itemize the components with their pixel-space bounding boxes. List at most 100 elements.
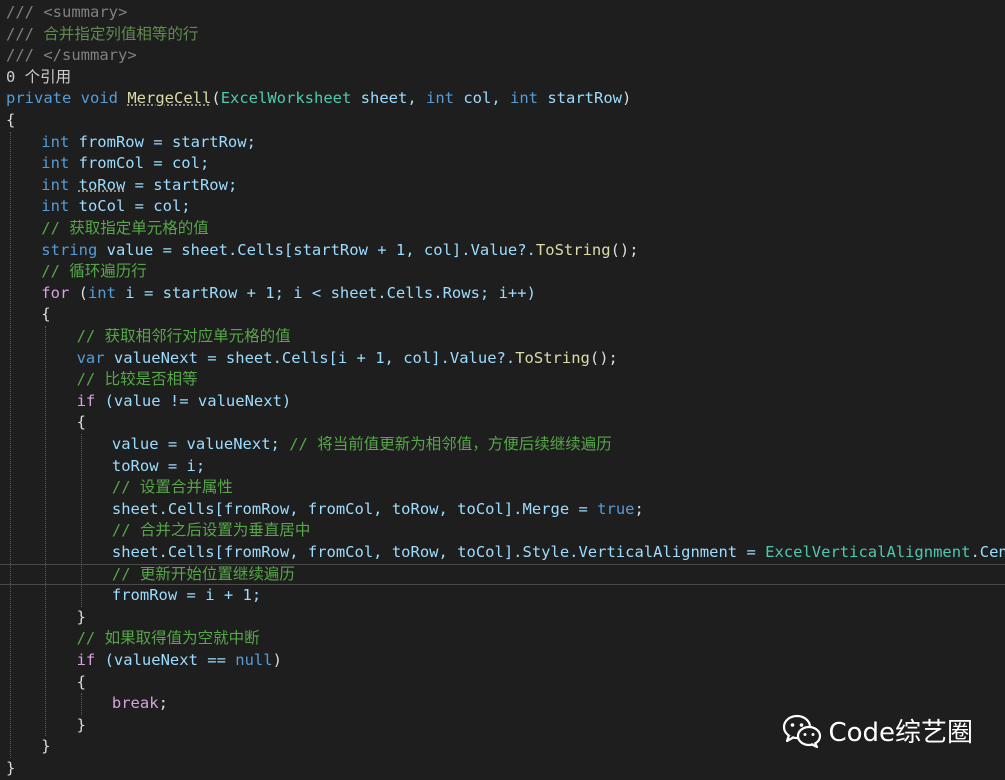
code-token: ExcelVerticalAlignment — [765, 543, 971, 561]
code-line: var valueNext = sheet.Cells[i + 1, col].… — [0, 348, 1005, 370]
code-line: int fromCol = col; — [0, 153, 1005, 175]
code-token: .Center; — [970, 543, 1005, 561]
code-line-text: /// </summary> — [6, 45, 137, 67]
code-token: sheet.Cells[fromRow, fromCol, toRow, toC… — [111, 543, 766, 561]
code-token: int — [87, 283, 116, 302]
code-token: int — [41, 154, 70, 173]
code-token: value = valueNext; — [111, 435, 290, 453]
code-line: sheet.Cells[fromRow, fromCol, toRow, toC… — [0, 499, 1005, 521]
code-token: sheet, — [351, 89, 426, 108]
code-token: // 如果取得值为空就中断 — [76, 629, 260, 648]
code-line-text: fromRow = i + 1; — [112, 585, 261, 607]
code-line: // 比较是否相等 — [0, 369, 1005, 391]
code-token: int — [510, 89, 538, 108]
code-token: int — [426, 89, 454, 108]
code-line-text: { — [77, 412, 86, 434]
indent-guide — [80, 693, 82, 715]
code-line: int fromRow = startRow; — [0, 132, 1005, 154]
code-token: ToString — [515, 348, 590, 367]
code-token: 合并指定列值相等的行 — [43, 24, 199, 43]
code-line: sheet.Cells[fromRow, fromCol, toRow, toC… — [0, 542, 1005, 564]
code-line: // 更新开始位置继续遍历 — [0, 564, 1005, 586]
code-token: { — [41, 305, 51, 324]
code-line-text: private void MergeCell(ExcelWorksheet sh… — [6, 88, 631, 110]
code-line-text: // 获取相邻行对应单元格的值 — [77, 326, 291, 348]
code-editor[interactable]: /// <summary>/// 合并指定列值相等的行 /// </summary… — [0, 0, 1005, 779]
code-line-text: { — [6, 110, 15, 132]
code-line-text: /// <summary> — [6, 2, 127, 24]
code-line-text: // 如果取得值为空就中断 — [77, 628, 260, 650]
code-token: /// — [6, 24, 44, 43]
code-line-text: // 获取指定单元格的值 — [41, 218, 209, 240]
code-token: null — [235, 651, 273, 669]
code-token: } — [6, 759, 16, 777]
code-line-text: // 设置合并属性 — [112, 477, 233, 499]
code-line-text: // 比较是否相等 — [77, 369, 198, 391]
code-token: ToString — [535, 240, 611, 259]
code-line: { — [0, 110, 1005, 132]
code-token: int — [41, 197, 70, 216]
code-line: fromRow = i + 1; — [0, 585, 1005, 607]
code-line-text: 0 个引用 — [6, 67, 71, 89]
code-token: // 获取指定单元格的值 — [41, 219, 209, 237]
code-line: /// <summary> — [0, 2, 1005, 24]
code-line: // 设置合并属性 — [0, 477, 1005, 499]
code-token: // 比较是否相等 — [76, 370, 198, 389]
code-token: fromCol = col; — [69, 154, 210, 173]
code-token: col, — [454, 89, 510, 108]
code-line-text: var valueNext = sheet.Cells[i + 1, col].… — [77, 348, 618, 370]
code-token: // 获取相邻行对应单元格的值 — [76, 327, 291, 345]
code-line-text: // 合并之后设置为垂直居中 — [112, 520, 311, 542]
code-token: (valueNext == — [95, 651, 236, 669]
code-line-text: for (int i = startRow + 1; i < sheet.Cel… — [41, 283, 536, 305]
code-token: // 更新开始位置继续遍历 — [111, 564, 295, 583]
code-line: if (value != valueNext) — [0, 391, 1005, 413]
wechat-icon — [783, 714, 822, 748]
code-line-text: { — [77, 672, 86, 694]
code-token: if — [76, 651, 96, 669]
code-line-text: toRow = i; — [112, 456, 205, 478]
indent-guide — [10, 131, 11, 758]
code-line-text: sheet.Cells[fromRow, fromCol, toRow, toC… — [112, 499, 644, 521]
code-token: { — [6, 111, 16, 129]
code-token: ; — [634, 499, 644, 518]
code-line: for (int i = startRow + 1; i < sheet.Cel… — [0, 283, 1005, 305]
code-token: // 设置合并属性 — [111, 478, 233, 497]
code-line: int toCol = col; — [0, 196, 1005, 218]
code-line: private void MergeCell(ExcelWorksheet sh… — [0, 88, 1005, 110]
code-token: // 循环遍历行 — [41, 262, 147, 281]
code-token: } — [76, 607, 86, 626]
code-token: // 合并之后设置为垂直居中 — [111, 521, 311, 540]
code-token: break — [111, 694, 159, 713]
indent-guide — [80, 434, 82, 607]
code-line-text: } — [6, 758, 15, 780]
code-token: toRow = i; — [111, 456, 206, 475]
code-line-text: string value = sheet.Cells[startRow + 1,… — [41, 240, 638, 262]
code-line-text: int toCol = col; — [41, 196, 190, 218]
code-token: value = sheet.Cells[startRow + 1, col].V… — [97, 240, 536, 259]
code-token: for — [41, 283, 70, 302]
code-line: { — [0, 304, 1005, 326]
code-token: // 将当前值更新为相邻值，方便后续继续遍历 — [289, 435, 612, 453]
code-line: int toRow = startRow; — [0, 175, 1005, 197]
code-line: // 获取相邻行对应单元格的值 — [0, 326, 1005, 348]
code-token: int — [41, 175, 70, 194]
code-line-text: // 循环遍历行 — [41, 261, 147, 283]
code-line: { — [0, 412, 1005, 434]
code-line-text: } — [77, 715, 86, 737]
code-token: valueNext = sheet.Cells[i + 1, col].Valu… — [104, 348, 516, 367]
code-line-text: } — [77, 607, 86, 629]
code-token: </summary> — [43, 46, 137, 65]
code-token: MergeCell — [127, 89, 212, 108]
watermark-text: Code综艺圈 — [828, 718, 973, 748]
code-token: = startRow; — [125, 175, 238, 194]
code-line-text: if (value != valueNext) — [77, 391, 292, 413]
code-token: int — [41, 132, 70, 151]
code-token: i = startRow + 1; i < sheet.Cells.Rows; … — [115, 283, 536, 302]
code-token: startRow — [538, 89, 622, 108]
code-line: // 循环遍历行 — [0, 261, 1005, 283]
code-token: var — [76, 348, 105, 367]
code-line: toRow = i; — [0, 456, 1005, 478]
